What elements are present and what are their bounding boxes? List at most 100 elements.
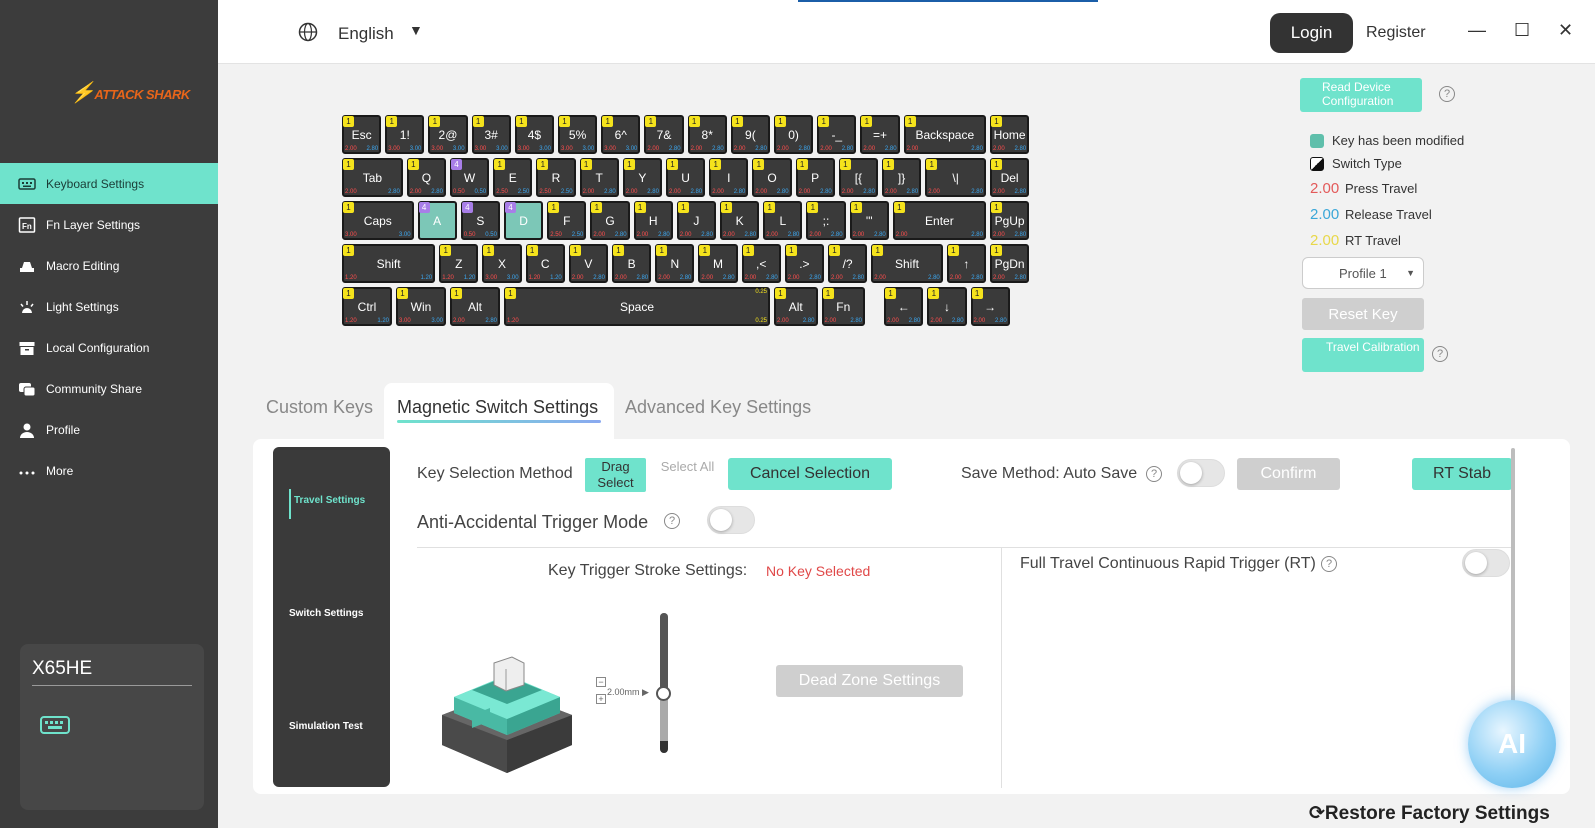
key-0-1[interactable]: 1! 1 3.00 3.00 <box>385 115 425 154</box>
key-3-11[interactable]: Shift 1 2.00 2.80 <box>871 244 943 283</box>
key-0-5[interactable]: 5% 1 3.00 3.00 <box>558 115 598 154</box>
key-3-7[interactable]: M 1 2.00 2.80 <box>698 244 738 283</box>
key-0-14[interactable]: Home 1 2.00 2.80 <box>990 115 1030 154</box>
slider-handle[interactable] <box>656 686 671 701</box>
key-0-7[interactable]: 7& 1 2.00 2.80 <box>644 115 684 154</box>
select-all-button[interactable]: Select All <box>657 458 718 492</box>
maximize-icon[interactable]: ☐ <box>1514 20 1530 41</box>
key-0-4[interactable]: 4$ 1 3.00 3.00 <box>514 115 554 154</box>
key-1-6[interactable]: Y 1 2.00 2.80 <box>622 158 662 197</box>
read-device-config-button[interactable]: Read Device Configuration <box>1300 78 1422 112</box>
key-2-11[interactable]: '" 1 2.00 2.80 <box>849 201 889 240</box>
key-4-1[interactable]: Win 1 3.00 3.00 <box>396 287 446 326</box>
key-2-8[interactable]: K 1 2.00 2.80 <box>720 201 760 240</box>
key-4-6[interactable]: ← 1 2.00 2.80 <box>884 287 924 326</box>
key-3-1[interactable]: Z 1 1.20 1.20 <box>439 244 479 283</box>
key-3-4[interactable]: V 1 2.00 2.80 <box>568 244 608 283</box>
globe-icon[interactable] <box>298 22 318 47</box>
key-2-6[interactable]: H 1 2.00 2.80 <box>633 201 673 240</box>
sidebar-item-fn-layer-settings[interactable]: Fn Fn Layer Settings <box>0 204 218 245</box>
key-2-7[interactable]: J 1 2.00 2.80 <box>676 201 716 240</box>
scrollbar[interactable] <box>1511 448 1515 728</box>
key-3-0[interactable]: Shift 1 1.20 1.20 <box>342 244 436 283</box>
key-0-2[interactable]: 2@ 1 3.00 3.00 <box>428 115 468 154</box>
rt-stab-button[interactable]: RT Stab <box>1412 458 1512 490</box>
chevron-down-icon[interactable]: ▼ <box>409 22 423 38</box>
key-1-13[interactable]: \| 1 2.00 2.80 <box>925 158 986 197</box>
key-1-4[interactable]: R 1 2.50 2.50 <box>536 158 576 197</box>
key-3-6[interactable]: N 1 2.00 2.80 <box>655 244 695 283</box>
subnav-simulation-test[interactable]: Simulation Test <box>289 721 363 732</box>
drag-select-button[interactable]: Drag Select <box>585 458 646 492</box>
sidebar-item-profile[interactable]: Profile <box>0 409 218 450</box>
sidebar-item-keyboard-settings[interactable]: Keyboard Settings <box>0 163 218 204</box>
ai-assistant-button[interactable]: AI <box>1468 700 1556 788</box>
sidebar-item-community-share[interactable]: Community Share <box>0 368 218 409</box>
key-3-3[interactable]: C 1 1.20 1.20 <box>525 244 565 283</box>
tab-advanced-key-settings[interactable]: Advanced Key Settings <box>625 397 811 418</box>
key-4-2[interactable]: Alt 1 2.00 2.80 <box>450 287 500 326</box>
key-0-3[interactable]: 3# 1 3.00 3.00 <box>471 115 511 154</box>
language-select[interactable]: English <box>338 24 394 44</box>
key-0-10[interactable]: 0) 1 2.00 2.80 <box>774 115 814 154</box>
key-3-12[interactable]: ↑ 1 2.00 2.80 <box>946 244 986 283</box>
key-1-5[interactable]: T 1 2.00 2.80 <box>579 158 619 197</box>
sidebar-item-light-settings[interactable]: Light Settings <box>0 286 218 327</box>
auto-save-toggle[interactable] <box>1177 459 1225 487</box>
help-icon[interactable]: ? <box>664 513 680 529</box>
increase-button[interactable]: + <box>596 694 606 704</box>
key-2-12[interactable]: Enter 1 2.00 2.80 <box>892 201 986 240</box>
help-icon[interactable]: ? <box>1439 86 1455 102</box>
key-2-0[interactable]: Caps 1 3.00 3.00 <box>342 201 414 240</box>
minimize-icon[interactable]: — <box>1468 20 1486 41</box>
register-button[interactable]: Register <box>1366 24 1426 42</box>
key-2-1[interactable]: A4 <box>417 201 457 240</box>
confirm-button[interactable]: Confirm <box>1237 458 1340 490</box>
device-card[interactable]: X65HE <box>20 644 204 810</box>
key-1-10[interactable]: P 1 2.00 2.80 <box>795 158 835 197</box>
full-travel-rt-toggle[interactable] <box>1462 549 1510 577</box>
travel-calibration-button[interactable]: Travel Calibration <box>1302 338 1424 372</box>
profile-select[interactable]: Profile 1 ▼ <box>1302 257 1424 289</box>
key-0-9[interactable]: 9(1 2.00 2.80 <box>730 115 770 154</box>
key-1-11[interactable]: [{1 2.00 2.80 <box>838 158 878 197</box>
login-button[interactable]: Login <box>1270 13 1353 53</box>
key-0-0[interactable]: Esc 1 2.00 2.80 <box>342 115 382 154</box>
cancel-selection-button[interactable]: Cancel Selection <box>728 458 892 490</box>
key-4-4[interactable]: Alt 1 2.00 2.80 <box>774 287 818 326</box>
key-4-3[interactable]: Space 1 1.20 0.25 0.25 <box>504 287 770 326</box>
decrease-button[interactable]: − <box>596 677 606 687</box>
key-0-11[interactable]: -_ 1 2.00 2.80 <box>817 115 857 154</box>
sidebar-item-macro-editing[interactable]: Macro Editing <box>0 245 218 286</box>
subnav-switch-settings[interactable]: Switch Settings <box>289 608 363 619</box>
close-icon[interactable]: ✕ <box>1558 20 1573 41</box>
key-1-0[interactable]: Tab 1 2.00 2.80 <box>342 158 403 197</box>
key-4-8[interactable]: → 1 2.00 2.80 <box>970 287 1010 326</box>
help-icon[interactable]: ? <box>1432 346 1448 362</box>
key-3-2[interactable]: X 1 3.00 3.00 <box>482 244 522 283</box>
key-1-14[interactable]: Del 1 2.00 2.80 <box>990 158 1030 197</box>
dead-zone-settings-button[interactable]: Dead Zone Settings <box>776 665 963 697</box>
key-3-9[interactable]: .> 1 2.00 2.80 <box>784 244 824 283</box>
reset-key-button[interactable]: Reset Key <box>1302 298 1424 330</box>
tab-custom-keys[interactable]: Custom Keys <box>266 397 373 418</box>
key-1-9[interactable]: O 1 2.00 2.80 <box>752 158 792 197</box>
key-1-7[interactable]: U 1 2.00 2.80 <box>666 158 706 197</box>
key-0-8[interactable]: 8* 1 2.00 2.80 <box>687 115 727 154</box>
key-0-12[interactable]: =+ 1 2.00 2.80 <box>860 115 900 154</box>
help-icon[interactable]: ? <box>1146 466 1162 482</box>
restore-factory-button[interactable]: ⟳ Restore Factory Settings <box>1309 802 1550 825</box>
key-2-10[interactable]: ;: 1 2.00 2.80 <box>806 201 846 240</box>
key-1-12[interactable]: ]} 1 2.00 2.80 <box>882 158 922 197</box>
key-1-1[interactable]: Q 1 2.00 2.80 <box>406 158 446 197</box>
key-3-10[interactable]: /? 1 2.00 2.80 <box>828 244 868 283</box>
anti-accidental-toggle[interactable] <box>707 506 755 534</box>
key-1-3[interactable]: E 1 2.50 2.50 <box>493 158 533 197</box>
subnav-travel-settings[interactable]: Travel Settings <box>294 495 365 506</box>
key-2-13[interactable]: PgUp 1 2.00 2.80 <box>990 201 1030 240</box>
key-2-5[interactable]: G 1 2.00 2.80 <box>590 201 630 240</box>
key-1-2[interactable]: W 4 0.50 0.50 <box>450 158 490 197</box>
key-2-2[interactable]: S 4 0.50 0.50 <box>460 201 500 240</box>
key-0-13[interactable]: Backspace 1 2.00 2.80 <box>903 115 986 154</box>
key-2-3[interactable]: D4 <box>504 201 544 240</box>
